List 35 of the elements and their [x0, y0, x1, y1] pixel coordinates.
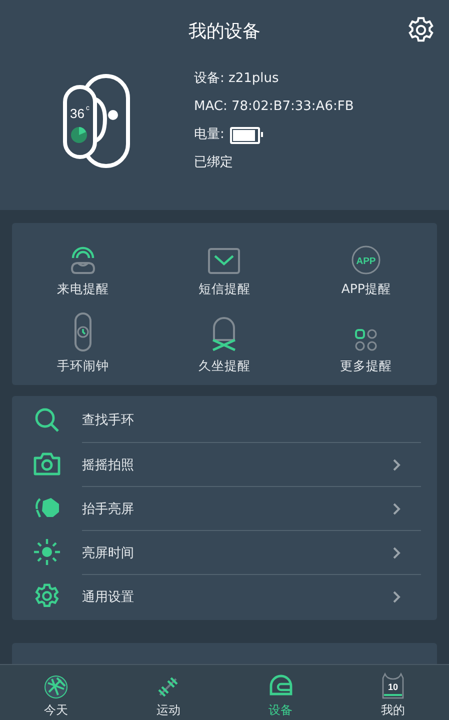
search-icon: [34, 407, 60, 433]
reminder-label[interactable]: APP提醒: [341, 281, 391, 298]
reminder-label[interactable]: 来电提醒: [56, 281, 109, 298]
menu-item[interactable]: 摇摇拍照: [82, 456, 134, 474]
menu-item[interactable]: 抬手亮屏: [82, 500, 134, 518]
nav-tab[interactable]: 设备: [268, 702, 293, 719]
chevron-icon[interactable]: [392, 502, 401, 516]
device-name: 设备: z21plus: [194, 70, 280, 88]
chevron-icon[interactable]: [392, 546, 401, 560]
chair-icon[interactable]: [210, 316, 238, 352]
chevron-icon[interactable]: [392, 458, 401, 472]
mac-address: MAC: 78:02:B7:33:A6:FB: [194, 98, 354, 116]
menu-item[interactable]: 亮屏时间: [82, 544, 134, 562]
reminder-label[interactable]: 更多提醒: [340, 358, 392, 375]
binding-status: 已绑定: [194, 154, 234, 172]
nav-tab[interactable]: 运动: [156, 702, 180, 719]
chevron-icon[interactable]: [392, 590, 401, 604]
nav-tab[interactable]: 今天: [44, 702, 68, 719]
reminder-label[interactable]: 久坐提醒: [198, 358, 250, 375]
nav-tab[interactable]: 我的: [380, 702, 405, 719]
menu-item[interactable]: 查找手环: [82, 411, 134, 429]
page-title: 我的设备: [188, 20, 260, 43]
reminder-label[interactable]: 短信提醒: [198, 281, 250, 298]
ball-icon[interactable]: [43, 674, 70, 700]
battery-label: 电量:: [194, 126, 224, 144]
band-clock-icon[interactable]: [74, 312, 92, 352]
envelope-icon[interactable]: [207, 247, 242, 275]
battery-icon: [230, 126, 260, 144]
app-icon[interactable]: APP: [351, 245, 382, 275]
reminder-label[interactable]: 手环闹钟: [56, 358, 109, 375]
sun-icon: [33, 538, 61, 566]
menu-item[interactable]: 通用设置: [82, 588, 134, 606]
camera-icon: [33, 452, 61, 476]
settings-icon: [33, 582, 61, 610]
grid-icon[interactable]: [354, 328, 378, 352]
